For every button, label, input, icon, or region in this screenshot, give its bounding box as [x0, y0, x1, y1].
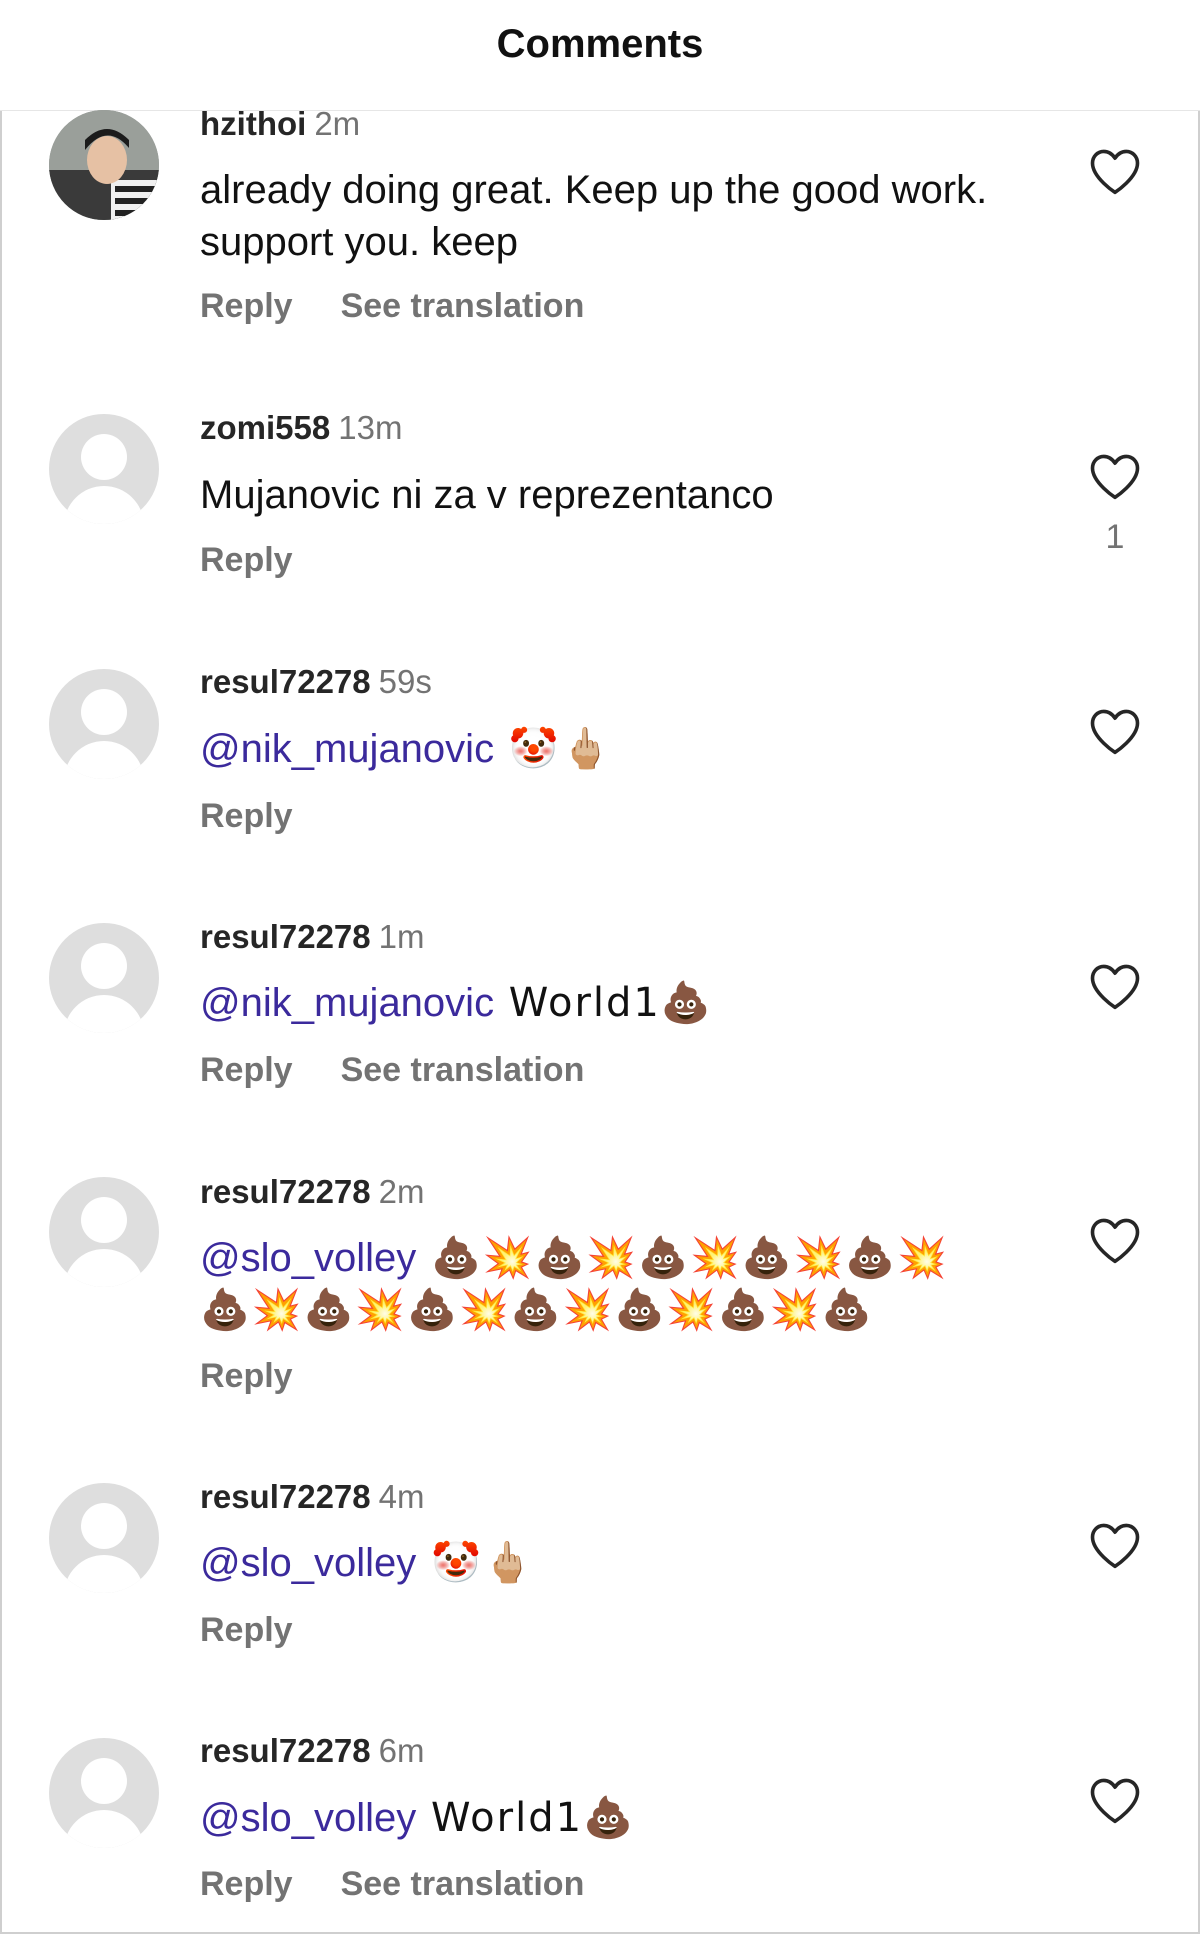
heart-outline-icon[interactable] — [1088, 1775, 1142, 1825]
avatar-photo — [49, 110, 159, 220]
reply-button[interactable]: Reply — [200, 1357, 293, 1395]
timestamp: 2m — [378, 1173, 425, 1210]
reply-button[interactable]: Reply — [200, 1865, 293, 1903]
username[interactable]: zomi558 — [200, 409, 330, 446]
timestamp: 6m — [378, 1732, 425, 1769]
see-translation-button[interactable]: See translation — [341, 1051, 585, 1089]
comment-text: Mujanovic ni za v reprezentanco — [200, 473, 774, 517]
comment-actions: Reply See translation — [200, 286, 584, 326]
reply-button[interactable]: Reply — [200, 1611, 293, 1649]
comment-meta: hzithoi 2m — [200, 104, 360, 144]
username[interactable]: resul72278 — [200, 918, 371, 955]
comment-meta: zomi558 13m — [200, 408, 402, 448]
default-avatar-icon[interactable] — [49, 1177, 159, 1287]
reply-button[interactable]: Reply — [200, 797, 293, 835]
comment-meta: resul72278 59s — [200, 662, 432, 702]
comment-text: already doing great. Keep up the good wo… — [200, 168, 988, 264]
heart-outline-icon[interactable] — [1088, 1520, 1142, 1570]
comment-meta: resul72278 2m — [200, 1172, 424, 1212]
see-translation-button[interactable]: See translation — [341, 1865, 585, 1903]
heart-outline-icon[interactable] — [1088, 1215, 1142, 1265]
heart-outline-icon[interactable] — [1088, 146, 1142, 196]
reply-button[interactable]: Reply — [200, 541, 293, 579]
comment-meta: resul72278 1m — [200, 917, 424, 957]
comment-meta: resul72278 6m — [200, 1731, 424, 1771]
default-avatar-icon[interactable] — [49, 414, 159, 524]
default-avatar-icon[interactable] — [49, 1738, 159, 1848]
comment-meta: resul72278 4m — [200, 1477, 424, 1517]
comment-actions: Reply See translation — [200, 1050, 584, 1090]
heart-outline-icon[interactable] — [1088, 706, 1142, 756]
mention-link[interactable]: @slo_volley — [200, 1541, 416, 1585]
timestamp: 2m — [314, 105, 361, 142]
username[interactable]: resul72278 — [200, 1173, 371, 1210]
timestamp: 1m — [378, 918, 425, 955]
comment-actions: Reply See translation — [200, 1864, 584, 1904]
username[interactable]: resul72278 — [200, 1732, 371, 1769]
comment-emoji: World1💩 — [494, 980, 713, 1026]
comment-actions: Reply — [200, 1610, 293, 1650]
heart-outline-icon[interactable] — [1088, 451, 1142, 501]
reply-button[interactable]: Reply — [200, 1051, 293, 1089]
comments-header: Comments — [0, 0, 1200, 111]
comment-text: @slo_volley World1💩 — [200, 1792, 1040, 1844]
default-avatar-icon[interactable] — [49, 923, 159, 1033]
comment-text: @nik_mujanovic World1💩 — [200, 977, 1040, 1029]
page-title: Comments — [496, 22, 704, 66]
timestamp: 59s — [378, 663, 432, 700]
avatar[interactable] — [49, 110, 159, 220]
default-avatar-icon[interactable] — [49, 1483, 159, 1593]
like-count: 1 — [1105, 518, 1125, 556]
comment-text: @nik_mujanovic 🤡🖕🏼 — [200, 723, 1040, 775]
comment-emoji: 🤡🖕🏼 — [494, 726, 613, 772]
comment-emoji: 🤡🖕🏼 — [416, 1540, 535, 1586]
mention-link[interactable]: @slo_volley — [200, 1796, 416, 1840]
username[interactable]: resul72278 — [200, 663, 371, 700]
heart-outline-icon[interactable] — [1088, 961, 1142, 1011]
comment-text: @slo_volley 🤡🖕🏼 — [200, 1537, 1040, 1589]
mention-link[interactable]: @nik_mujanovic — [200, 981, 494, 1025]
comment-emoji: World1💩 — [416, 1795, 635, 1841]
mention-link[interactable]: @nik_mujanovic — [200, 727, 494, 771]
timestamp: 13m — [338, 409, 403, 446]
see-translation-button[interactable]: See translation — [341, 287, 585, 325]
username[interactable]: hzithoi — [200, 105, 306, 142]
timestamp: 4m — [378, 1478, 425, 1515]
reply-button[interactable]: Reply — [200, 287, 293, 325]
mention-link[interactable]: @slo_volley — [200, 1236, 416, 1280]
comment-actions: Reply — [200, 540, 293, 580]
default-avatar-icon[interactable] — [49, 669, 159, 779]
comments-sheet: Comments hzithoi 2m already doing great. … — [0, 0, 1200, 1934]
comment-actions: Reply — [200, 1356, 293, 1396]
comment-actions: Reply — [200, 796, 293, 836]
username[interactable]: resul72278 — [200, 1478, 371, 1515]
comment-text: @slo_volley 💩💥💩💥💩💥💩💥💩💥💩💥💩💥💩💥💩💥💩💥💩💥💩 — [200, 1232, 1000, 1336]
